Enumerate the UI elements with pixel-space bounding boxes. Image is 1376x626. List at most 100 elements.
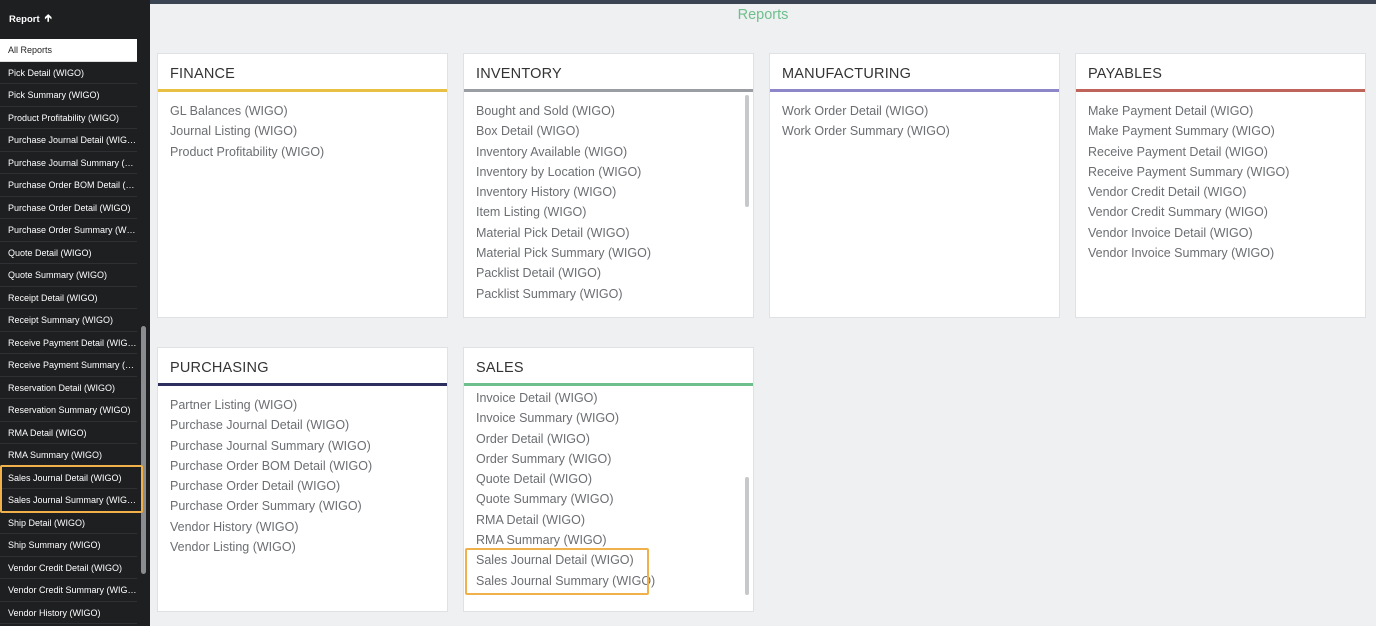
sidebar-item-all-reports[interactable]: All Reports — [0, 39, 137, 62]
report-link-work-order-summary-wigo[interactable]: Work Order Summary (WIGO) — [782, 121, 1045, 141]
sidebar-item-purchase-order-detail-wigo[interactable]: Purchase Order Detail (WIGO) — [0, 196, 137, 219]
sidebar-item-reservation-detail-wigo[interactable]: Reservation Detail (WIGO) — [0, 376, 137, 399]
card-accent-bar-finance — [158, 89, 447, 92]
sidebar-item-quote-detail-wigo[interactable]: Quote Detail (WIGO) — [0, 241, 137, 264]
sidebar-item-purchase-order-bom-detail-wi[interactable]: Purchase Order BOM Detail (WI... — [0, 174, 137, 197]
sidebar-item-sales-journal-detail-wigo[interactable]: Sales Journal Detail (WIGO) — [0, 466, 137, 489]
card-inventory: INVENTORY Bought and Sold (WIGO) Box Detai… — [463, 53, 754, 318]
report-link-invoice-detail-wigo[interactable]: Invoice Detail (WIGO) — [476, 388, 739, 408]
report-link-make-payment-summary-wigo[interactable]: Make Payment Summary (WIGO) — [1088, 121, 1351, 141]
sidebar-item-receipt-summary-wigo[interactable]: Receipt Summary (WIGO) — [0, 309, 137, 332]
sidebar-item-reservation-summary-wigo[interactable]: Reservation Summary (WIGO) — [0, 399, 137, 422]
report-link-purchase-journal-summary-wigo[interactable]: Purchase Journal Summary (WIGO) — [170, 436, 433, 456]
report-link-vendor-credit-summary-wigo[interactable]: Vendor Credit Summary (WIGO) — [1088, 202, 1351, 222]
report-link-packlist-detail-wigo[interactable]: Packlist Detail (WIGO) — [476, 263, 739, 283]
report-link-rma-detail-wigo[interactable]: RMA Detail (WIGO) — [476, 510, 739, 530]
report-link-receive-payment-detail-wigo[interactable]: Receive Payment Detail (WIGO) — [1088, 142, 1351, 162]
card-report-list-finance: GL Balances (WIGO) Journal Listing (WIGO)… — [170, 101, 433, 162]
card-scrollbar-inventory[interactable] — [745, 95, 749, 207]
report-link-material-pick-summary-wigo[interactable]: Material Pick Summary (WIGO) — [476, 243, 739, 263]
report-link-inventory-available-wigo[interactable]: Inventory Available (WIGO) — [476, 142, 739, 162]
sidebar-item-pick-detail-wigo[interactable]: Pick Detail (WIGO) — [0, 61, 137, 84]
sidebar-item-purchase-journal-detail-wigo[interactable]: Purchase Journal Detail (WIGO) — [0, 129, 137, 152]
report-link-purchase-order-detail-wigo[interactable]: Purchase Order Detail (WIGO) — [170, 476, 433, 496]
report-link-vendor-listing-wigo[interactable]: Vendor Listing (WIGO) — [170, 537, 433, 557]
report-link-receive-payment-summary-wigo[interactable]: Receive Payment Summary (WIGO) — [1088, 162, 1351, 182]
arrow-up-icon[interactable]: 🡱 — [45, 11, 52, 28]
report-sidebar: Report 🡱 All Reports Pick Detail (WIGO) Pi… — [0, 0, 150, 626]
report-link-vendor-invoice-detail-wigo[interactable]: Vendor Invoice Detail (WIGO) — [1088, 223, 1351, 243]
report-link-quote-summary-wigo[interactable]: Quote Summary (WIGO) — [476, 489, 739, 509]
sidebar-item-purchase-journal-summary-wi[interactable]: Purchase Journal Summary (WI... — [0, 151, 137, 174]
page-title: Reports — [737, 7, 789, 23]
card-scrollbar-sales[interactable] — [745, 477, 749, 595]
report-link-order-detail-wigo[interactable]: Order Detail (WIGO) — [476, 429, 739, 449]
card-accent-bar-manufacturing — [770, 89, 1059, 92]
sidebar-item-ship-detail-wigo[interactable]: Ship Detail (WIGO) — [0, 511, 137, 534]
report-link-packlist-summary-wigo[interactable]: Packlist Summary (WIGO) — [476, 284, 739, 304]
card-title-sales: SALES — [476, 360, 524, 376]
card-manufacturing: MANUFACTURING Work Order Detail (WIGO) Wor… — [769, 53, 1060, 318]
report-link-item-listing-wigo[interactable]: Item Listing (WIGO) — [476, 202, 739, 222]
card-sales: SALES Invoice Detail (WIGO) Invoice Summar… — [463, 347, 754, 612]
report-link-sales-journal-summary-wigo[interactable]: Sales Journal Summary (WIGO) — [476, 571, 739, 591]
card-finance: FINANCE GL Balances (WIGO) Journal Listing… — [157, 53, 448, 318]
report-link-work-order-detail-wigo[interactable]: Work Order Detail (WIGO) — [782, 101, 1045, 121]
sidebar-item-ship-summary-wigo[interactable]: Ship Summary (WIGO) — [0, 534, 137, 557]
report-link-purchase-order-summary-wigo[interactable]: Purchase Order Summary (WIGO) — [170, 496, 433, 516]
sidebar-item-quote-summary-wigo[interactable]: Quote Summary (WIGO) — [0, 264, 137, 287]
report-link-vendor-invoice-summary-wigo[interactable]: Vendor Invoice Summary (WIGO) — [1088, 243, 1351, 263]
card-title-finance: FINANCE — [170, 66, 236, 82]
card-accent-bar-inventory — [464, 89, 753, 92]
card-title-purchasing: PURCHASING — [170, 360, 269, 376]
card-report-list-payables: Make Payment Detail (WIGO) Make Payment S… — [1088, 101, 1351, 263]
report-link-make-payment-detail-wigo[interactable]: Make Payment Detail (WIGO) — [1088, 101, 1351, 121]
card-title-inventory: INVENTORY — [476, 66, 562, 82]
report-link-box-detail-wigo[interactable]: Box Detail (WIGO) — [476, 121, 739, 141]
sidebar-scrollbar-thumb[interactable] — [141, 326, 146, 574]
sidebar-item-purchase-order-summary-wig[interactable]: Purchase Order Summary (WIG... — [0, 219, 137, 242]
sidebar-report-list: All Reports Pick Detail (WIGO) Pick Summar… — [0, 39, 137, 624]
card-accent-bar-payables — [1076, 89, 1365, 92]
sidebar-header-label: Report — [9, 14, 40, 25]
report-link-partner-listing-wigo[interactable]: Partner Listing (WIGO) — [170, 395, 433, 415]
report-link-vendor-credit-detail-wigo[interactable]: Vendor Credit Detail (WIGO) — [1088, 182, 1351, 202]
sidebar-item-rma-detail-wigo[interactable]: RMA Detail (WIGO) — [0, 421, 137, 444]
report-link-vendor-history-wigo[interactable]: Vendor History (WIGO) — [170, 517, 433, 537]
report-link-inventory-history-wigo[interactable]: Inventory History (WIGO) — [476, 182, 739, 202]
sidebar-item-product-profitability-wigo[interactable]: Product Profitability (WIGO) — [0, 106, 137, 129]
card-report-list-inventory: Bought and Sold (WIGO) Box Detail (WIGO) I… — [476, 101, 739, 304]
report-link-sales-journal-detail-wigo[interactable]: Sales Journal Detail (WIGO) — [476, 550, 739, 570]
report-link-journal-listing-wigo[interactable]: Journal Listing (WIGO) — [170, 121, 433, 141]
sidebar-item-receive-payment-summary-wi[interactable]: Receive Payment Summary (WI... — [0, 354, 137, 377]
sidebar-item-pick-summary-wigo[interactable]: Pick Summary (WIGO) — [0, 84, 137, 107]
card-accent-bar-purchasing — [158, 383, 447, 386]
report-link-rma-summary-wigo[interactable]: RMA Summary (WIGO) — [476, 530, 739, 550]
sidebar-item-vendor-credit-detail-wigo[interactable]: Vendor Credit Detail (WIGO) — [0, 556, 137, 579]
sidebar-item-rma-summary-wigo[interactable]: RMA Summary (WIGO) — [0, 444, 137, 467]
report-link-bought-and-sold-wigo[interactable]: Bought and Sold (WIGO) — [476, 101, 739, 121]
sidebar-header[interactable]: Report 🡱 — [0, 0, 150, 39]
card-purchasing: PURCHASING Partner Listing (WIGO) Purchase… — [157, 347, 448, 612]
sidebar-item-vendor-history-wigo[interactable]: Vendor History (WIGO) — [0, 601, 137, 624]
sidebar-item-sales-journal-summary-wigo[interactable]: Sales Journal Summary (WIGO) — [0, 489, 137, 512]
report-link-invoice-summary-wigo[interactable]: Invoice Summary (WIGO) — [476, 408, 739, 428]
report-link-product-profitability-wigo[interactable]: Product Profitability (WIGO) — [170, 142, 433, 162]
top-accent-bar — [150, 0, 1376, 4]
card-report-list-manufacturing: Work Order Detail (WIGO) Work Order Summa… — [782, 101, 1045, 142]
sidebar-item-vendor-credit-summary-wigo[interactable]: Vendor Credit Summary (WIGO) — [0, 579, 137, 602]
report-link-material-pick-detail-wigo[interactable]: Material Pick Detail (WIGO) — [476, 223, 739, 243]
card-title-manufacturing: MANUFACTURING — [782, 66, 912, 82]
report-link-purchase-order-bom-detail-wigo[interactable]: Purchase Order BOM Detail (WIGO) — [170, 456, 433, 476]
card-report-list-sales: Invoice Detail (WIGO) Invoice Summary (WI… — [476, 388, 739, 591]
report-link-inventory-by-location-wigo[interactable]: Inventory by Location (WIGO) — [476, 162, 739, 182]
card-payables: PAYABLES Make Payment Detail (WIGO) Make P… — [1075, 53, 1366, 318]
sidebar-item-receive-payment-detail-wigo[interactable]: Receive Payment Detail (WIGO) — [0, 331, 137, 354]
report-link-purchase-journal-detail-wigo[interactable]: Purchase Journal Detail (WIGO) — [170, 415, 433, 435]
sidebar-item-receipt-detail-wigo[interactable]: Receipt Detail (WIGO) — [0, 286, 137, 309]
card-accent-bar-sales — [464, 383, 753, 386]
card-title-payables: PAYABLES — [1088, 66, 1163, 82]
report-link-quote-detail-wigo[interactable]: Quote Detail (WIGO) — [476, 469, 739, 489]
report-link-order-summary-wigo[interactable]: Order Summary (WIGO) — [476, 449, 739, 469]
report-link-gl-balances-wigo[interactable]: GL Balances (WIGO) — [170, 101, 433, 121]
